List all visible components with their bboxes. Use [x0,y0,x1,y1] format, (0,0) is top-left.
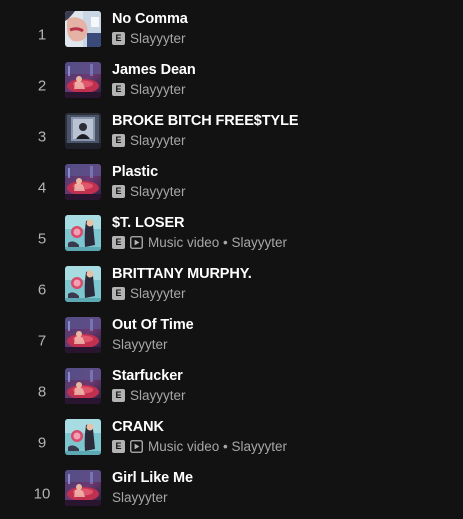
track-number: 9 [37,434,47,451]
track-title[interactable]: James Dean [112,61,453,80]
track-title[interactable]: BRITTANY MURPHY. [112,265,453,284]
track-artist[interactable]: Music video • Slayyyter [148,439,287,454]
track-artist[interactable]: Slayyyter [130,31,186,46]
explicit-badge: E [112,236,125,249]
album-cover[interactable] [65,317,101,353]
track-number: 1 [37,26,47,43]
explicit-badge: E [112,440,125,453]
explicit-badge: E [112,134,125,147]
track-meta: Starfucker E Slayyyter [112,367,453,404]
track-artist[interactable]: Music video • Slayyyter [148,235,287,250]
track-title[interactable]: $T. LOSER [112,214,453,233]
explicit-badge: E [112,287,125,300]
track-artist[interactable]: Slayyyter [130,133,186,148]
track-artist[interactable]: Slayyyter [112,490,168,505]
track-meta: BROKE BITCH FREE$TYLE E Slayyyter [112,112,453,149]
track-meta: $T. LOSER E Music video • Slayyyter [112,214,453,251]
album-cover[interactable] [65,368,101,404]
track-list: 1 No Comma E Slayyyter 2 James Dean E Sl… [0,0,463,518]
track-artist[interactable]: Slayyyter [130,286,186,301]
track-row[interactable]: 1 No Comma E Slayyyter [0,9,463,60]
track-meta: BRITTANY MURPHY. E Slayyyter [112,265,453,302]
track-meta: Out Of Time Slayyyter [112,316,453,353]
track-meta: Plastic E Slayyyter [112,163,453,200]
explicit-badge: E [112,185,125,198]
track-title[interactable]: Out Of Time [112,316,453,335]
play-box-icon [130,440,143,453]
track-row[interactable]: 9 CRANK E Music video • Slayyyter [0,417,463,468]
track-number: 5 [37,230,47,247]
track-title[interactable]: Girl Like Me [112,469,453,488]
track-artist[interactable]: Slayyyter [130,388,186,403]
track-row[interactable]: 5 $T. LOSER E Music video • Slayyyter [0,213,463,264]
track-number: 2 [37,77,47,94]
track-row[interactable]: 10 Girl Like Me Slayyyter [0,468,463,519]
track-number: 4 [37,179,47,196]
track-artist[interactable]: Slayyyter [112,337,168,352]
track-meta: James Dean E Slayyyter [112,61,453,98]
track-title[interactable]: No Comma [112,10,453,29]
track-row[interactable]: 6 BRITTANY MURPHY. E Slayyyter [0,264,463,315]
track-subline: Slayyyter [112,336,453,353]
album-cover[interactable] [65,470,101,506]
album-cover[interactable] [65,419,101,455]
track-row[interactable]: 7 Out Of Time Slayyyter [0,315,463,366]
track-meta: Girl Like Me Slayyyter [112,469,453,506]
album-cover[interactable] [65,164,101,200]
track-title[interactable]: Plastic [112,163,453,182]
track-number: 8 [37,383,47,400]
track-subline: E Slayyyter [112,81,453,98]
album-cover[interactable] [65,11,101,47]
track-title[interactable]: BROKE BITCH FREE$TYLE [112,112,453,131]
track-meta: CRANK E Music video • Slayyyter [112,418,453,455]
track-artist[interactable]: Slayyyter [130,82,186,97]
play-box-icon [130,236,143,249]
track-title[interactable]: CRANK [112,418,453,437]
track-number: 6 [37,281,47,298]
track-title[interactable]: Starfucker [112,367,453,386]
track-number: 7 [37,332,47,349]
track-number: 3 [37,128,47,145]
track-subline: E Slayyyter [112,387,453,404]
track-subline: E Slayyyter [112,30,453,47]
track-row[interactable]: 4 Plastic E Slayyyter [0,162,463,213]
album-cover[interactable] [65,62,101,98]
track-row[interactable]: 8 Starfucker E Slayyyter [0,366,463,417]
album-cover[interactable] [65,113,101,149]
track-row[interactable]: 3 BROKE BITCH FREE$TYLE E Slayyyter [0,111,463,162]
album-cover[interactable] [65,266,101,302]
explicit-badge: E [112,389,125,402]
track-subline: E Music video • Slayyyter [112,234,453,251]
track-subline: Slayyyter [112,489,453,506]
track-artist[interactable]: Slayyyter [130,184,186,199]
track-subline: E Slayyyter [112,285,453,302]
explicit-badge: E [112,83,125,96]
track-number: 10 [33,485,51,502]
track-subline: E Slayyyter [112,132,453,149]
track-subline: E Music video • Slayyyter [112,438,453,455]
track-meta: No Comma E Slayyyter [112,10,453,47]
track-subline: E Slayyyter [112,183,453,200]
album-cover[interactable] [65,215,101,251]
explicit-badge: E [112,32,125,45]
track-row[interactable]: 2 James Dean E Slayyyter [0,60,463,111]
